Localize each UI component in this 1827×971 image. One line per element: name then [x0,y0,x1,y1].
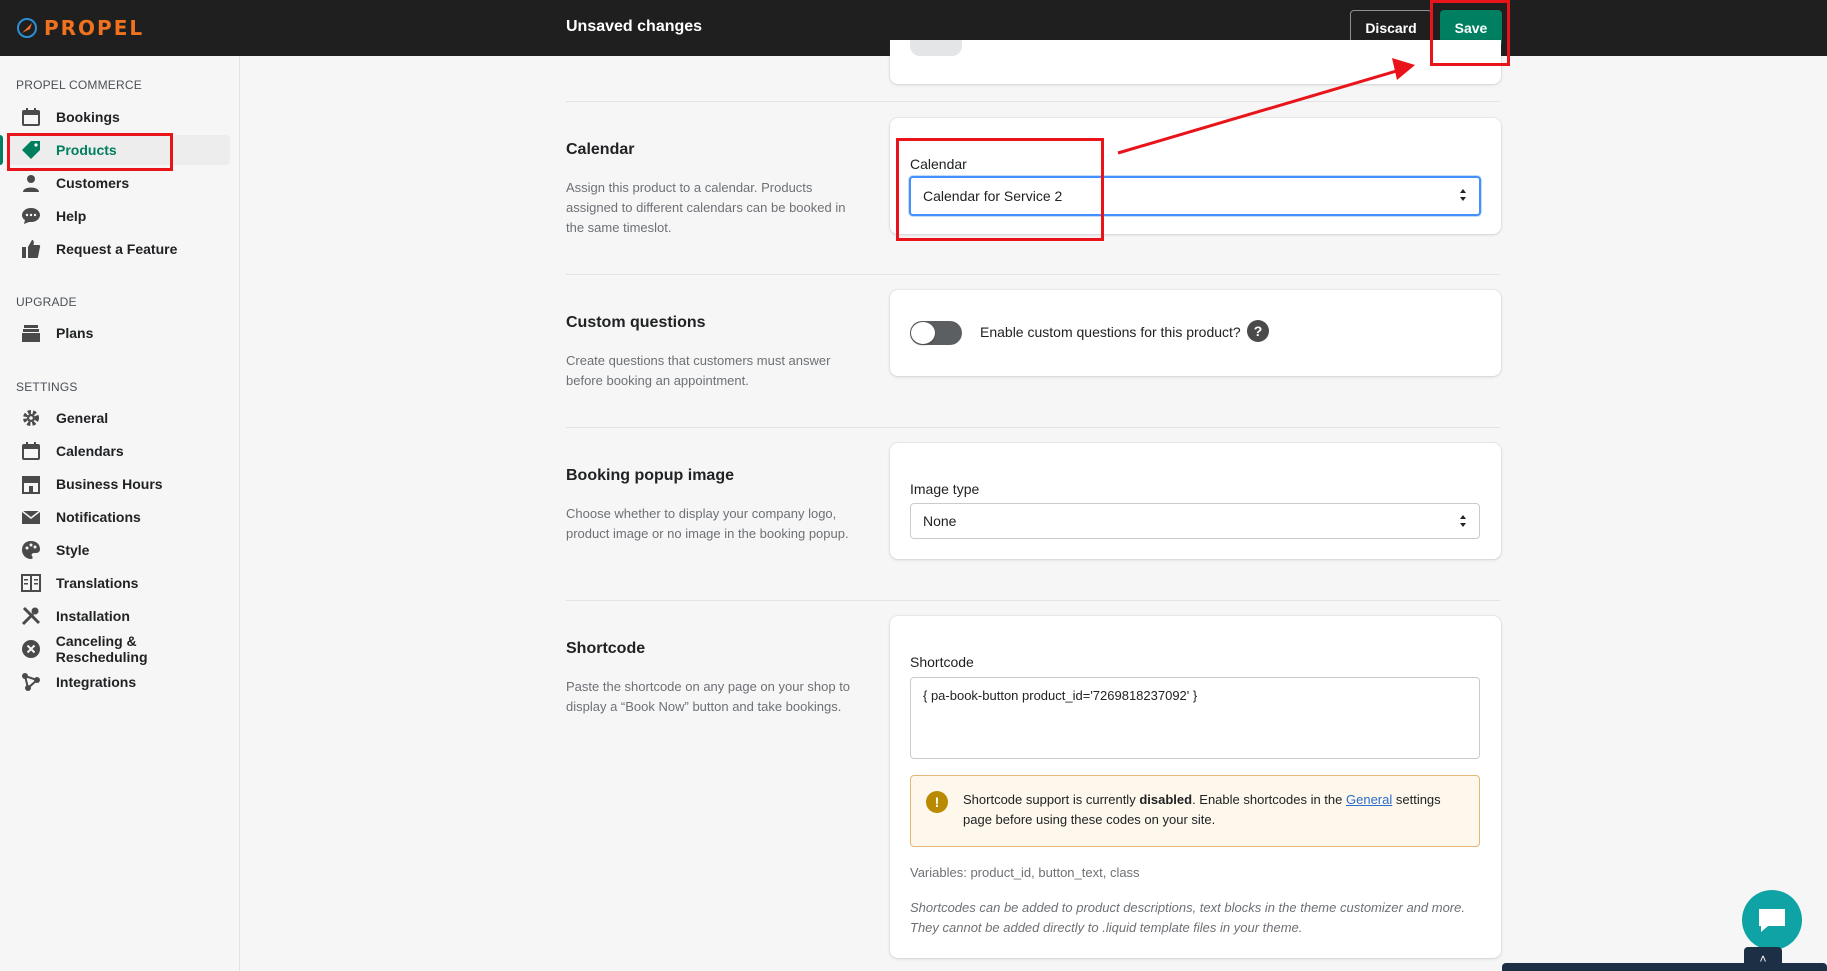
sidebar-item-label: Help [56,208,87,224]
tag-icon [20,139,42,161]
sidebar-item-label: Plans [56,325,94,341]
sidebar-item-label: Installation [56,608,130,624]
shortcode-section-description: Paste the shortcode on any page on your … [566,679,851,714]
sidebar-item-label: Calendars [56,443,124,459]
calendar-section-description: Assign this product to a calendar. Produ… [566,180,846,235]
chat-bubble-icon [20,205,42,227]
logo-text: PROPEL [44,16,145,40]
sidebar-item-customers[interactable]: Customers [8,168,230,198]
sidebar-item-label: Integrations [56,674,137,690]
custom-questions-section-title: Custom questions [566,314,706,331]
popup-image-card: Image type None [890,443,1501,559]
connect-icon [20,671,42,693]
popup-image-section-title: Booking popup image [566,467,734,484]
sidebar-item-general[interactable]: General [8,403,230,433]
calendar-icon [20,106,42,128]
custom-questions-toggle-label: Enable custom questions for this product… [980,324,1241,340]
scroll-up-chevron-icon[interactable]: ˄ [1744,947,1782,971]
sidebar-item-label: Customers [56,175,130,191]
sidebar-item-products[interactable]: Products [0,135,230,165]
store-icon [20,473,42,495]
shortcode-section-title: Shortcode [566,640,646,657]
sidebar: PROPEL COMMERCE Bookings Products Custom… [0,56,240,971]
sidebar-item-label: Style [56,542,90,558]
banner-bold-text: disabled [1139,792,1193,807]
shortcode-textarea[interactable]: { pa-book-button product_id='72698182370… [910,677,1480,759]
propel-logo[interactable]: PROPEL [16,16,144,40]
sidebar-item-calendars[interactable]: Calendars [8,436,230,466]
sidebar-item-style[interactable]: Style [8,535,230,565]
shortcode-disabled-banner: ! Shortcode support is currently disable… [910,775,1480,847]
warning-icon: ! [926,791,948,813]
calendar-select-value: Calendar for Service 2 [923,188,1063,204]
image-type-field-label: Image type [910,481,980,497]
sidebar-item-request-feature[interactable]: Request a Feature [8,234,230,264]
section-upgrade: UPGRADE [16,295,77,309]
sidebar-item-label: Request a Feature [56,241,178,257]
custom-questions-toggle[interactable] [910,321,962,345]
popup-image-section-description: Choose whether to display your company l… [566,506,849,541]
general-settings-link[interactable]: General [1346,792,1392,807]
chat-launcher[interactable] [1742,890,1802,950]
select-caret-icon [1460,515,1466,527]
thumbs-up-icon [20,238,42,260]
envelope-icon [20,506,42,528]
calendar-field-label: Calendar [910,156,967,172]
sidebar-item-help[interactable]: Help [8,201,230,231]
gear-icon [20,407,42,429]
book-icon [20,572,42,594]
sidebar-item-integrations[interactable]: Integrations [8,667,230,697]
custom-questions-section-description: Create questions that customers must ans… [566,353,831,388]
palette-icon [20,539,42,561]
section-propel-commerce: PROPEL COMMERCE [16,78,142,92]
sidebar-item-canceling-rescheduling[interactable]: Canceling & Rescheduling [8,633,230,665]
select-caret-icon [1460,189,1466,201]
custom-questions-card: Enable custom questions for this product… [890,290,1501,376]
sidebar-item-label: Canceling & Rescheduling [55,633,148,665]
shortcode-field-label: Shortcode [910,654,974,670]
sidebar-item-bookings[interactable]: Bookings [8,102,230,132]
calendar-icon [20,440,42,462]
shortcode-variables: Variables: product_id, button_text, clas… [910,865,1140,880]
tools-icon [20,605,42,627]
section-divider [566,274,1500,275]
sidebar-item-business-hours[interactable]: Business Hours [8,469,230,499]
section-divider [566,427,1500,428]
sidebar-item-translations[interactable]: Translations [8,568,230,598]
sidebar-item-installation[interactable]: Installation [8,601,230,631]
sidebar-item-label: Bookings [56,109,120,125]
section-divider [566,101,1500,102]
calendar-card: Calendar Calendar for Service 2 [890,118,1501,234]
stack-icon [20,322,42,344]
calendar-select[interactable]: Calendar for Service 2 [909,176,1481,216]
sidebar-item-label: Translations [56,575,139,591]
image-type-select-value: None [923,513,957,529]
cancel-circle-icon [20,638,42,660]
rocket-logo-icon [17,18,37,38]
sidebar-item-notifications[interactable]: Notifications [8,502,230,532]
shortcode-note: Shortcodes can be added to product descr… [910,900,1465,935]
shortcode-card: Shortcode { pa-book-button product_id='7… [890,616,1501,958]
chat-icon [1759,909,1785,932]
page-status-title: Unsaved changes [566,18,703,35]
help-icon[interactable]: ? [1247,320,1269,342]
sidebar-item-label: General [56,410,109,426]
image-type-select[interactable]: None [910,503,1480,539]
sidebar-item-label: Business Hours [56,476,163,492]
toggle-knob [911,322,935,344]
sidebar-item-label: Products [56,142,117,158]
previous-toggle-partial[interactable] [910,40,962,56]
banner-text: Shortcode support is currently disabled.… [963,792,1441,827]
sidebar-item-plans[interactable]: Plans [8,318,230,348]
calendar-section-title: Calendar [566,141,635,158]
section-settings: SETTINGS [16,380,78,394]
sidebar-item-label: Notifications [56,509,141,525]
previous-card-partial [890,40,1501,84]
section-divider [566,600,1500,601]
person-icon [20,172,42,194]
